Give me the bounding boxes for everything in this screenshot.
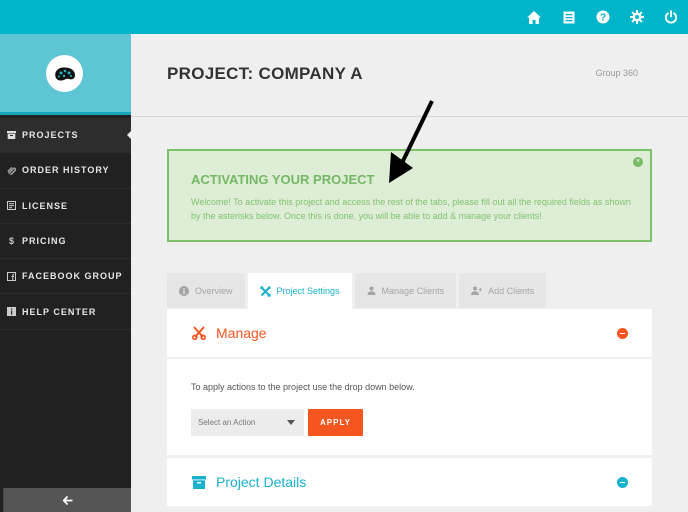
- close-icon[interactable]: ×: [633, 157, 643, 167]
- manage-description: To apply actions to the project use the …: [191, 382, 415, 392]
- power-icon[interactable]: [663, 9, 679, 25]
- tab-label: Overview: [195, 285, 233, 296]
- sidebar-item-license[interactable]: LICENSE: [0, 189, 131, 224]
- manage-panel-header: Manage: [167, 309, 652, 357]
- sidebar-item-label: PROJECTS: [22, 130, 79, 141]
- info-icon: [7, 307, 16, 317]
- sidebar-item-help-center[interactable]: HELP CENTER: [0, 294, 131, 330]
- sidebar-nav: PROJECTS ORDER HISTORY LICENSE $ PRICING…: [0, 118, 131, 330]
- sidebar-item-projects[interactable]: PROJECTS: [0, 118, 131, 154]
- home-icon[interactable]: [526, 9, 542, 25]
- sidebar-item-label: HELP CENTER: [22, 306, 97, 317]
- tab-label: Manage Clients: [381, 285, 445, 296]
- project-details-header[interactable]: Project Details: [167, 458, 652, 506]
- tab-project-settings[interactable]: Project Settings: [247, 273, 352, 309]
- tab-bar: Overview Project Settings Manage Clients…: [167, 273, 549, 309]
- action-select[interactable]: Select an Action: [191, 409, 304, 436]
- alert-text: Welcome! To activate this project and ac…: [191, 197, 631, 221]
- archive-icon: [7, 131, 16, 140]
- sidebar-item-order-history[interactable]: ORDER HISTORY: [0, 153, 131, 189]
- dollar-icon: $: [8, 236, 14, 247]
- facebook-icon: [7, 271, 16, 281]
- tab-manage-clients[interactable]: Manage Clients: [354, 273, 457, 308]
- page-title: PROJECT: COMPANY A: [167, 64, 363, 83]
- sidebar-item-label: LICENSE: [22, 200, 69, 211]
- collapse-project-details-button[interactable]: [617, 477, 628, 488]
- minus-icon: [620, 481, 625, 484]
- sidebar-item-label: ORDER HISTORY: [22, 165, 110, 176]
- action-select-value: Select an Action: [198, 418, 256, 427]
- sidebar-item-pricing[interactable]: $ PRICING: [0, 224, 131, 260]
- top-bar: ?: [0, 0, 688, 34]
- chevron-down-icon: [287, 420, 295, 425]
- tools-icon: [259, 285, 271, 297]
- sidebar-item-facebook-group[interactable]: FACEBOOK GROUP: [0, 259, 131, 295]
- archive-box-icon: [192, 475, 206, 489]
- alert-title: ACTIVATING YOUR PROJECT: [191, 172, 375, 187]
- active-indicator: [127, 131, 131, 139]
- annotation-arrow-icon: [389, 100, 434, 183]
- settings-icon[interactable]: [629, 9, 645, 25]
- tab-overview[interactable]: Overview: [167, 273, 245, 308]
- manage-panel-body: To apply actions to the project use the …: [167, 359, 652, 455]
- group-label: Group 360: [595, 68, 638, 78]
- manage-title: Manage: [216, 325, 267, 341]
- manage-header[interactable]: Manage: [167, 309, 652, 357]
- sidebar-item-label: PRICING: [22, 236, 67, 247]
- tab-label: Project Settings: [276, 286, 340, 296]
- tab-add-clients[interactable]: Add Clients: [459, 273, 547, 308]
- user-icon: [367, 286, 376, 295]
- apply-button[interactable]: APPLY: [308, 409, 363, 436]
- add-user-icon: [471, 286, 483, 295]
- help-icon[interactable]: ?: [595, 9, 611, 25]
- project-details-title: Project Details: [216, 474, 307, 490]
- logo-area: [0, 34, 131, 115]
- svg-text:?: ?: [600, 13, 606, 24]
- project-details-panel-header: Project Details: [167, 458, 652, 506]
- arrow-left-icon: [62, 495, 72, 505]
- document-icon[interactable]: [561, 9, 577, 25]
- sidebar-item-label: FACEBOOK GROUP: [22, 271, 123, 282]
- scissors-icon: [192, 326, 206, 340]
- tab-label: Add Clients: [488, 285, 535, 296]
- collapse-sidebar-button[interactable]: [3, 488, 131, 512]
- minus-icon: [620, 332, 625, 335]
- sidebar: PROJECTS ORDER HISTORY LICENSE $ PRICING…: [0, 34, 131, 512]
- info-icon: [179, 285, 189, 296]
- license-icon: [7, 201, 16, 211]
- paperclip-icon: [7, 166, 16, 175]
- collapse-manage-button[interactable]: [617, 328, 628, 339]
- brain-logo-icon[interactable]: [46, 55, 83, 92]
